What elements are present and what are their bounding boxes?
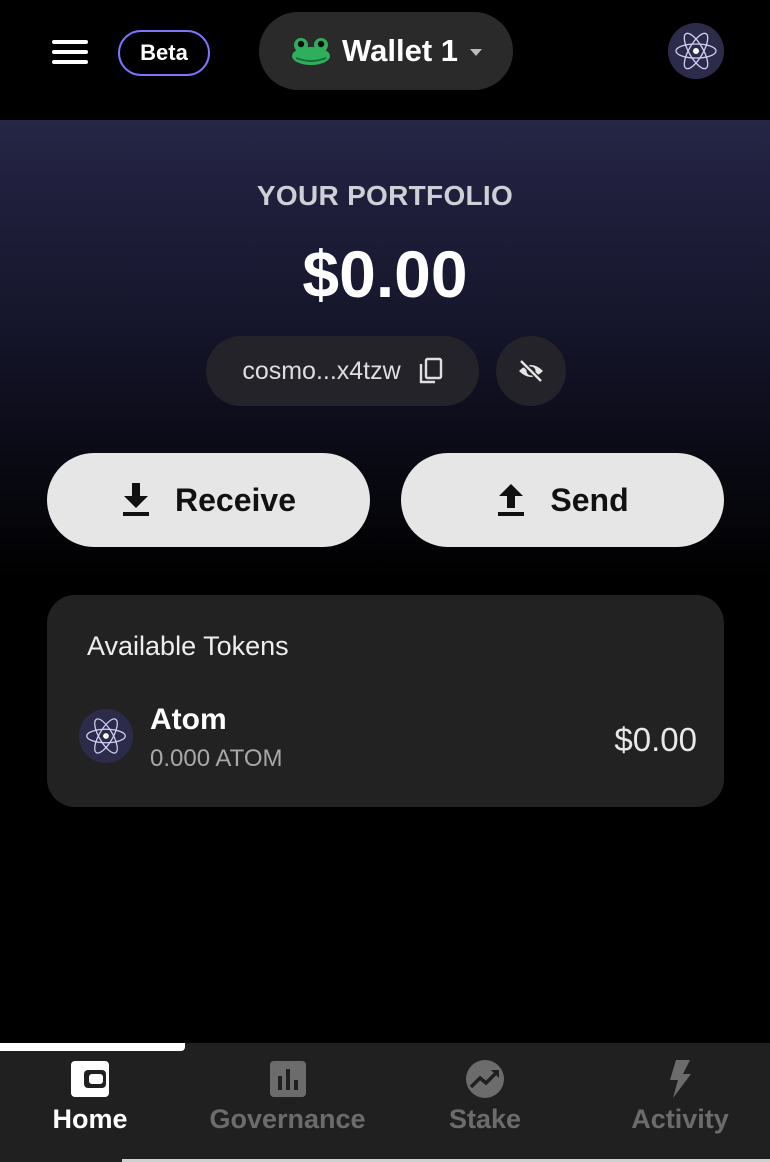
token-row-atom[interactable]: Atom 0.000 ATOM $0.00 — [77, 699, 697, 779]
nav-governance[interactable]: Governance — [200, 1060, 375, 1156]
available-tokens-card: Available Tokens Atom 0.000 ATOM $0.00 — [47, 595, 724, 807]
token-balance: 0.000 ATOM — [150, 745, 283, 772]
upload-icon — [498, 484, 525, 516]
eye-off-icon — [519, 359, 543, 383]
nav-governance-label: Governance — [209, 1104, 366, 1134]
address-copy-chip[interactable]: cosmo...x4tzw — [206, 336, 479, 406]
menu-icon[interactable] — [52, 38, 90, 66]
cosmos-icon — [79, 709, 133, 763]
copy-icon — [419, 357, 442, 384]
nav-activity[interactable]: Activity — [620, 1060, 740, 1156]
portfolio-value: $0.00 — [302, 237, 468, 311]
nav-active-indicator — [0, 1043, 185, 1051]
beta-badge[interactable]: Beta — [118, 30, 210, 76]
tokens-title: Available Tokens — [87, 631, 289, 661]
receive-label: Receive — [175, 481, 296, 518]
wallet-icon — [71, 1061, 109, 1097]
wallet-name: Wallet 1 — [342, 33, 458, 68]
nav-home-label: Home — [52, 1104, 128, 1134]
bolt-icon — [670, 1060, 691, 1098]
download-icon — [123, 483, 149, 516]
portfolio-label: YOUR PORTFOLIO — [256, 180, 514, 211]
app-root: Beta Wallet 1 YOUR PORTFOLIO $0.00 cosmo… — [0, 0, 770, 1162]
token-value: $0.00 — [614, 721, 697, 758]
nav-activity-label: Activity — [631, 1104, 729, 1134]
frog-icon — [292, 38, 330, 65]
wallet-selector[interactable]: Wallet 1 — [259, 12, 513, 90]
receive-button[interactable]: Receive — [47, 453, 370, 547]
nav-home[interactable]: Home — [30, 1060, 150, 1156]
nav-stake-label: Stake — [448, 1104, 522, 1134]
send-button[interactable]: Send — [401, 453, 724, 547]
wallet-address: cosmo...x4tzw — [242, 356, 401, 385]
send-label: Send — [550, 481, 629, 518]
top-header: Beta Wallet 1 — [0, 0, 770, 120]
nav-stake[interactable]: Stake — [430, 1060, 540, 1156]
chevron-down-icon — [470, 48, 482, 56]
bar-chart-icon — [269, 1061, 306, 1097]
trend-up-icon — [466, 1060, 504, 1098]
cosmos-avatar-icon[interactable] — [668, 23, 724, 79]
hide-balance-button[interactable] — [496, 336, 566, 406]
token-name: Atom — [150, 703, 227, 736]
